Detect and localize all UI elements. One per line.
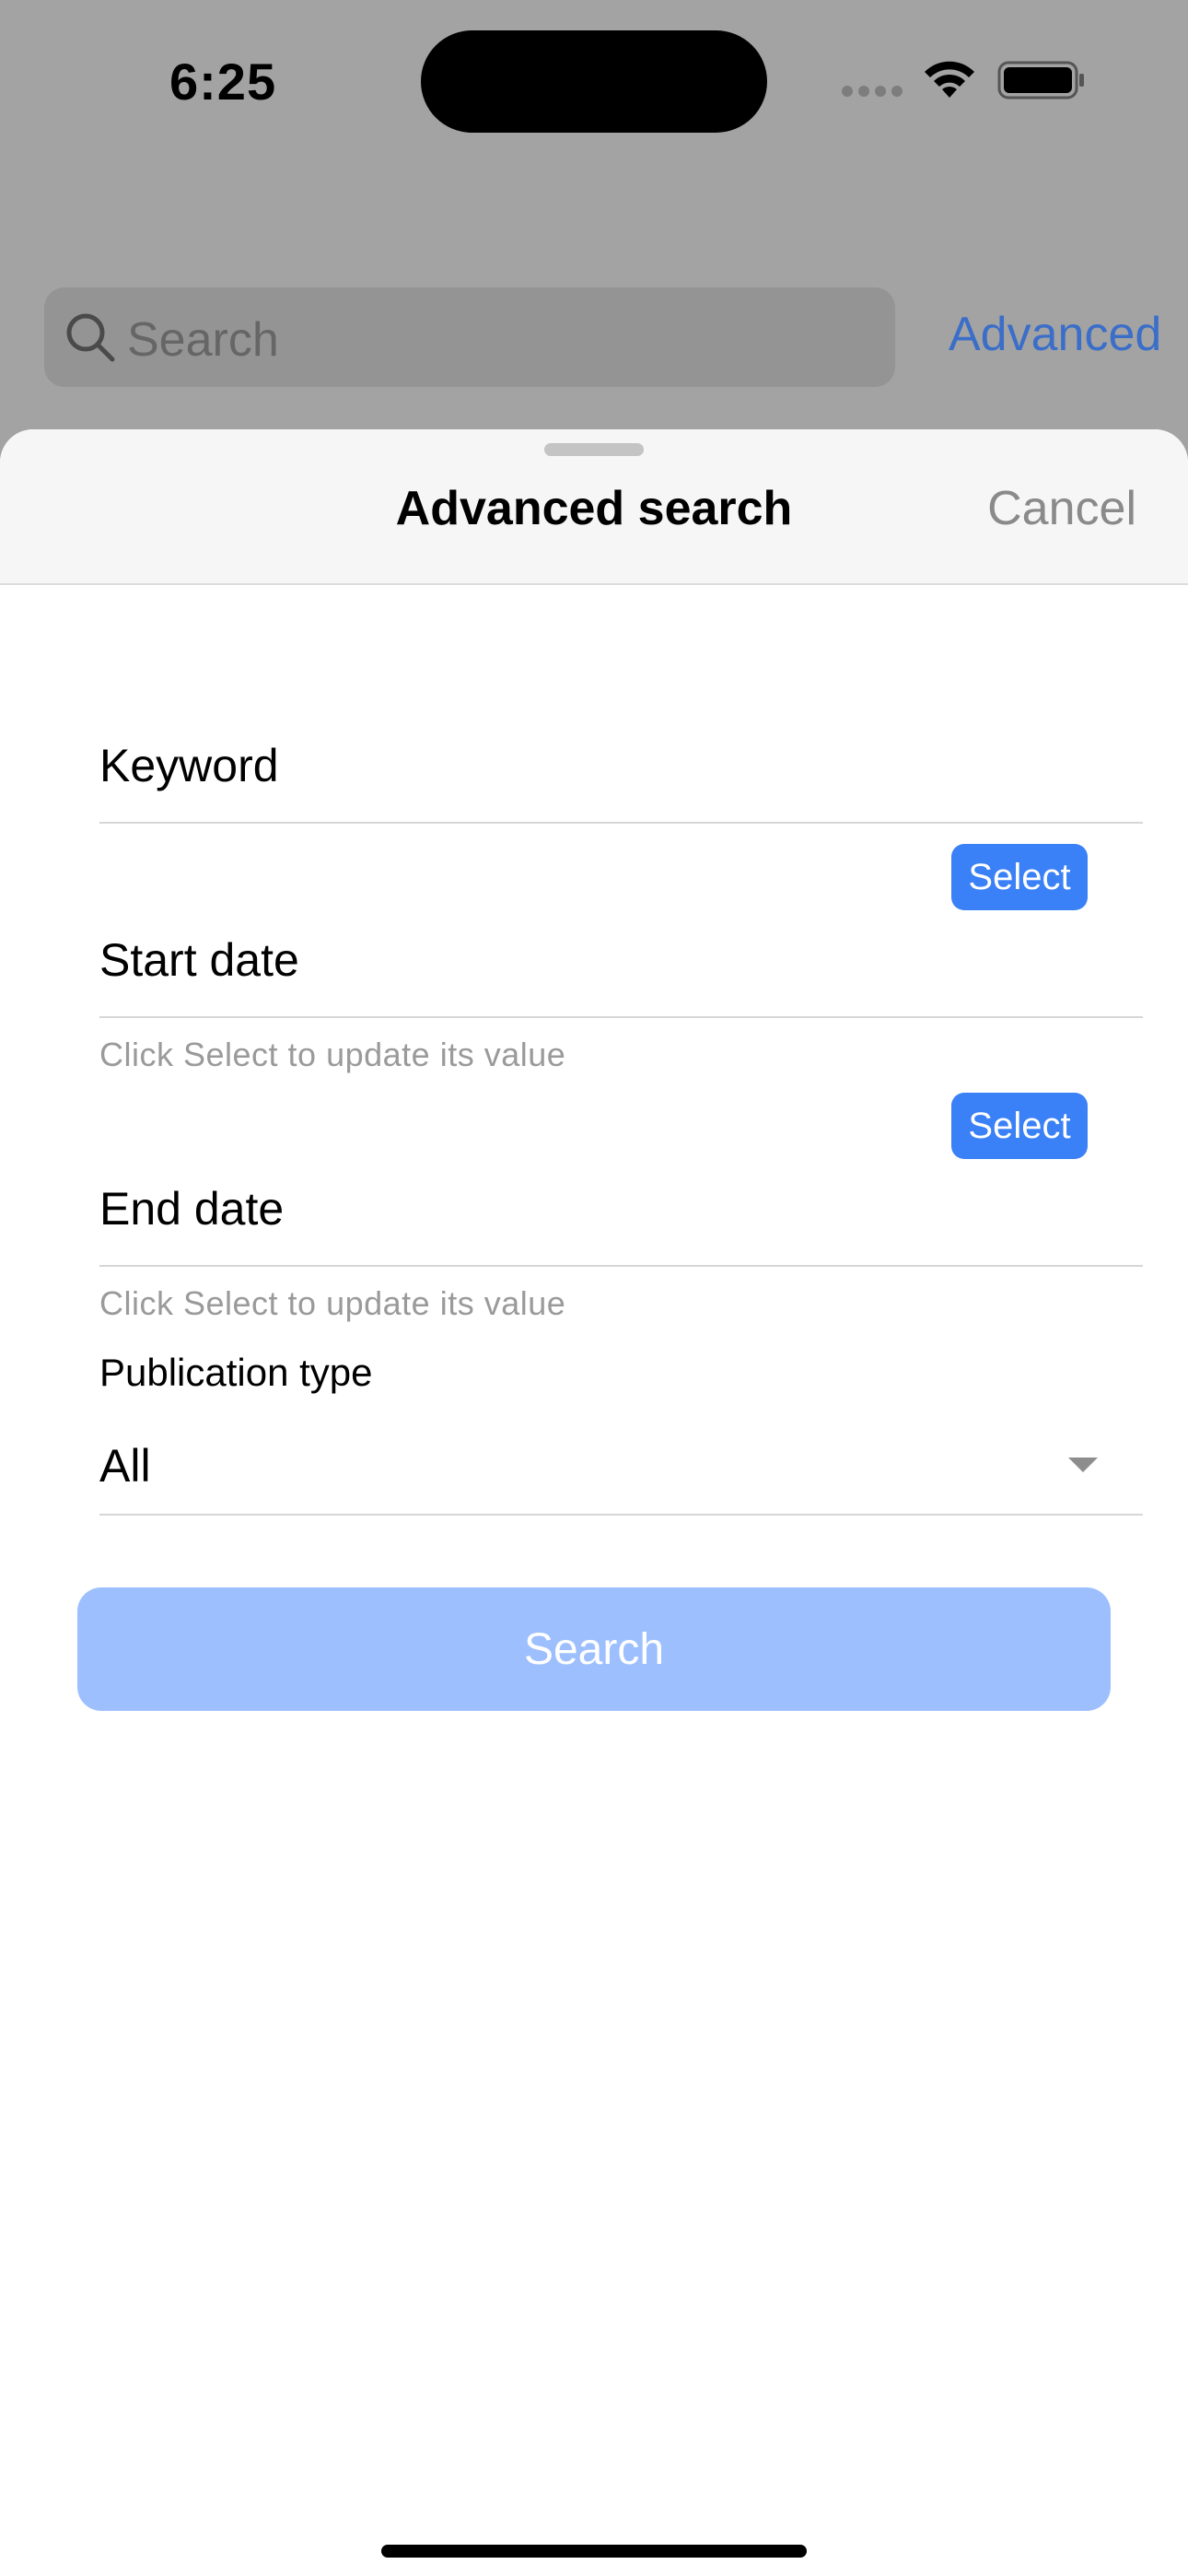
sheet-grabber[interactable] xyxy=(544,443,644,456)
publication-type-label: Publication type xyxy=(99,1351,373,1394)
dynamic-island xyxy=(421,30,767,133)
chevron-down-icon[interactable] xyxy=(1068,1458,1098,1472)
keyword-field[interactable]: Keyword xyxy=(99,739,279,792)
search-placeholder: Search xyxy=(127,313,279,367)
advanced-search-sheet: Advanced search Cancel Keyword Select St… xyxy=(0,429,1188,2576)
search-button[interactable]: Search xyxy=(77,1587,1111,1711)
cancel-button[interactable]: Cancel xyxy=(987,481,1136,536)
battery-icon xyxy=(997,61,1084,100)
start-date-hint: Click Select to update its value xyxy=(99,1036,566,1073)
search-icon xyxy=(66,313,115,362)
publication-type-dropdown[interactable]: All xyxy=(99,1439,151,1493)
keyword-underline xyxy=(99,822,1143,824)
wifi-icon xyxy=(925,61,974,98)
publication-type-underline xyxy=(99,1514,1143,1516)
start-date-select-button[interactable]: Select xyxy=(951,844,1088,910)
end-date-select-button[interactable]: Select xyxy=(951,1093,1088,1159)
end-date-field[interactable]: End date xyxy=(99,1182,284,1235)
end-date-hint: Click Select to update its value xyxy=(99,1284,566,1322)
end-date-underline xyxy=(99,1265,1143,1267)
home-indicator xyxy=(381,2545,807,2558)
cellular-signal-icon xyxy=(842,86,903,97)
advanced-link: Advanced xyxy=(949,308,1162,361)
sheet-header: Advanced search Cancel xyxy=(0,429,1188,585)
status-time: 6:25 xyxy=(169,53,277,111)
start-date-underline xyxy=(99,1016,1143,1018)
start-date-field[interactable]: Start date xyxy=(99,933,299,987)
background-search-field: Search xyxy=(44,287,895,387)
